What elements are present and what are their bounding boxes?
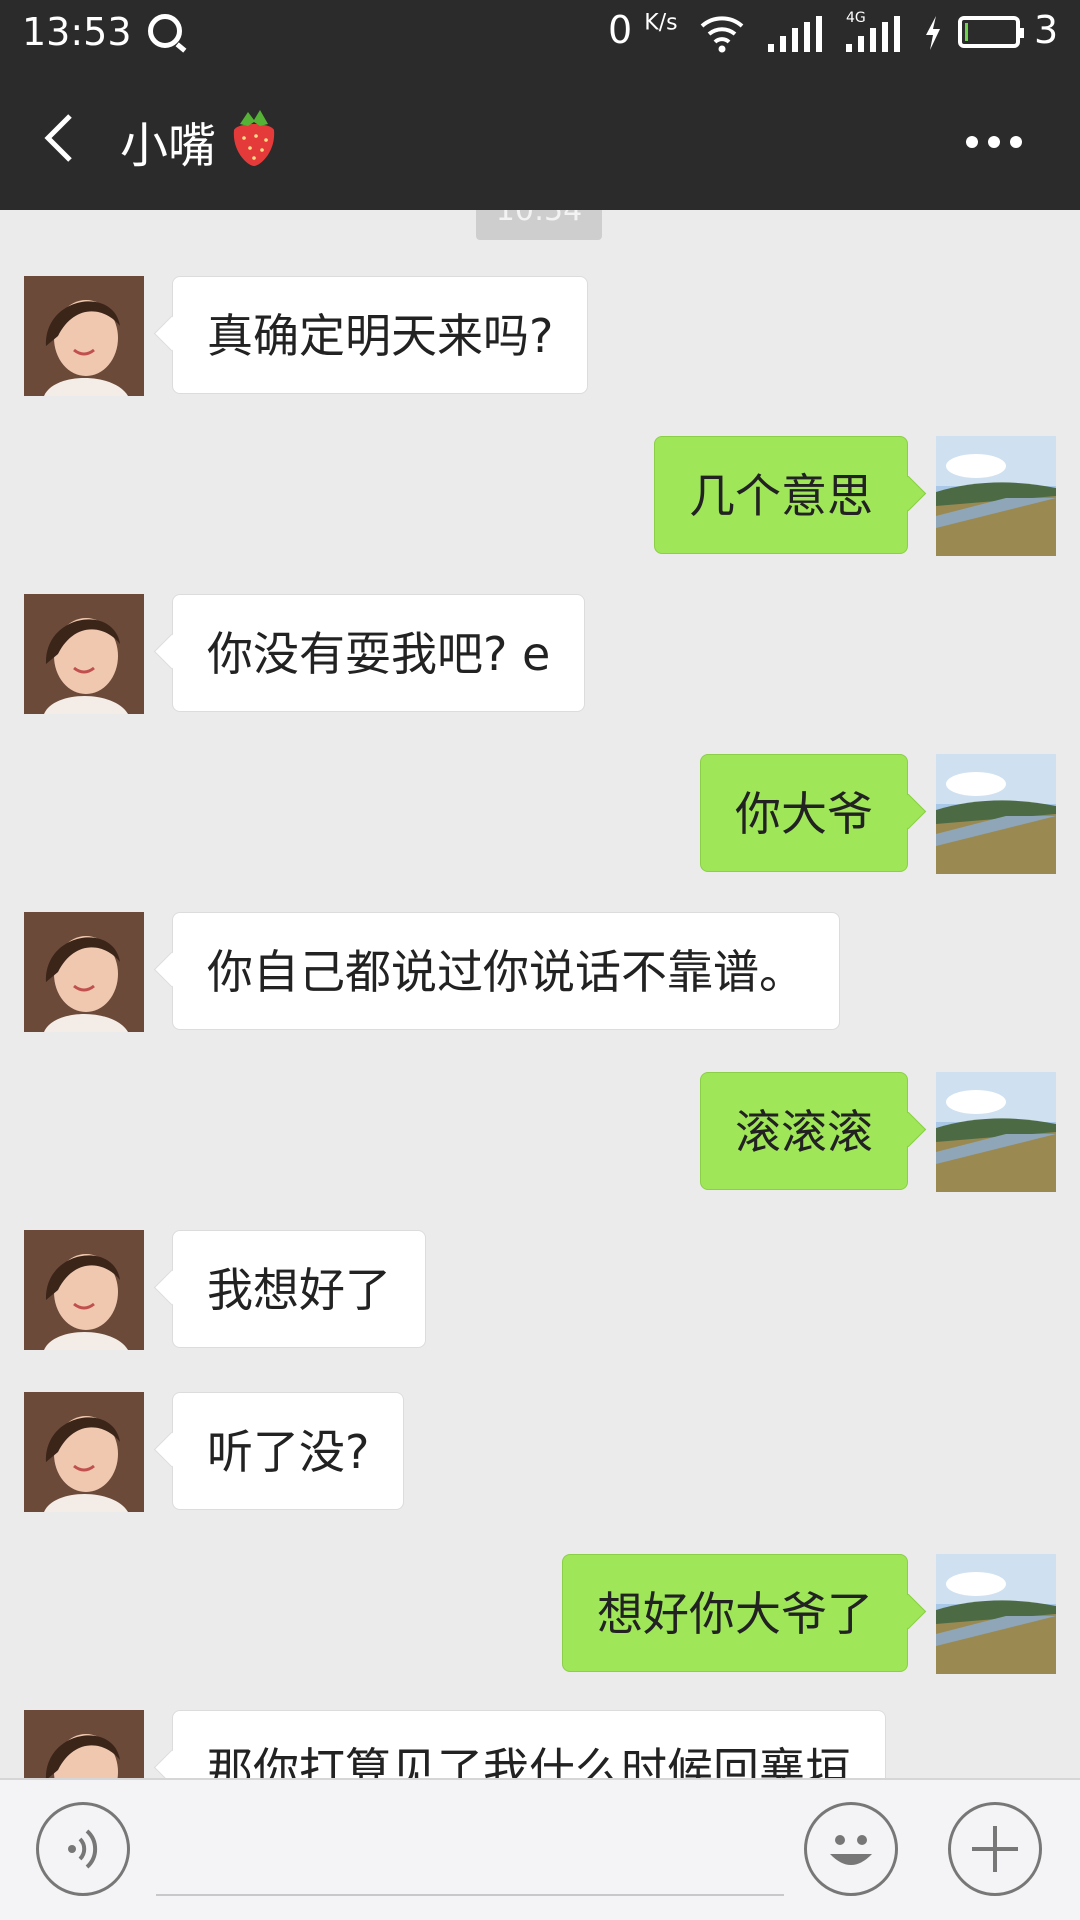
message-row: 听了没? [0, 1392, 1080, 1512]
message-row: 真确定明天来吗? [0, 276, 1080, 396]
message-bubble[interactable]: 想好你大爷了 [562, 1554, 908, 1672]
message-bubble[interactable]: 那你打算见了我什么时候回襄垣 [172, 1710, 886, 1778]
message-row: 你没有耍我吧? e [0, 594, 1080, 714]
voice-input-button[interactable] [36, 1802, 130, 1896]
signal-icon [768, 16, 824, 52]
message-timestamp: 10:54 [476, 210, 602, 240]
message-bubble[interactable]: 真确定明天来吗? [172, 276, 589, 394]
status-time: 13:53 [22, 10, 132, 54]
message-row: 我想好了 [0, 1230, 1080, 1350]
more-functions-button[interactable] [948, 1802, 1042, 1896]
my-avatar[interactable] [936, 754, 1056, 874]
plus-icon [972, 1826, 1018, 1872]
my-avatar[interactable] [936, 436, 1056, 556]
emoji-icon [830, 1835, 872, 1865]
message-row: 几个意思 [0, 436, 1080, 556]
message-bubble[interactable]: 你没有耍我吧? e [172, 594, 586, 712]
message-bubble[interactable]: 我想好了 [172, 1230, 426, 1348]
message-row: 那你打算见了我什么时候回襄垣 [0, 1710, 1080, 1778]
message-row: 滚滚滚 [0, 1072, 1080, 1192]
message-input[interactable] [156, 1814, 784, 1896]
strawberry-icon [233, 110, 275, 166]
contact-avatar[interactable] [24, 912, 144, 1032]
chat-header: 小嘴 [0, 66, 1080, 210]
message-row: 想好你大爷了 [0, 1554, 1080, 1674]
battery-level: 3 [1034, 8, 1059, 52]
wifi-icon [700, 16, 744, 53]
chat-area[interactable]: 10:54 真确定明天来吗? 几个意思 你没有耍我吧? e 你大爷 你自己都说过… [0, 210, 1080, 1778]
contact-avatar[interactable] [24, 594, 144, 714]
app-notification-icon [148, 14, 182, 48]
network-speed-unit: K/s [644, 10, 678, 36]
message-bubble[interactable]: 你自己都说过你说话不靠谱。 [172, 912, 840, 1030]
message-bubble[interactable]: 听了没? [172, 1392, 405, 1510]
contact-avatar[interactable] [24, 1230, 144, 1350]
back-icon[interactable] [40, 110, 80, 166]
more-options-icon[interactable] [966, 136, 1022, 148]
my-avatar[interactable] [936, 1072, 1056, 1192]
contact-avatar[interactable] [24, 276, 144, 396]
message-bubble[interactable]: 几个意思 [654, 436, 908, 554]
signal-4g-icon [846, 16, 902, 52]
my-avatar[interactable] [936, 1554, 1056, 1674]
contact-name: 小嘴 [120, 118, 217, 174]
contact-avatar[interactable] [24, 1392, 144, 1512]
charging-icon [926, 16, 940, 50]
network-speed-value: 0 [608, 8, 633, 52]
message-row: 你自己都说过你说话不靠谱。 [0, 912, 1080, 1032]
message-bubble[interactable]: 你大爷 [700, 754, 908, 872]
voice-icon [68, 1829, 98, 1869]
input-bar [0, 1778, 1080, 1920]
status-bar: 13:53 0 K/s 4G 3 [0, 0, 1080, 66]
battery-icon [958, 16, 1024, 48]
emoji-button[interactable] [804, 1802, 898, 1896]
message-bubble[interactable]: 滚滚滚 [700, 1072, 908, 1190]
contact-avatar[interactable] [24, 1710, 144, 1778]
message-row: 你大爷 [0, 754, 1080, 874]
network-speed: 0 K/s [608, 8, 678, 52]
